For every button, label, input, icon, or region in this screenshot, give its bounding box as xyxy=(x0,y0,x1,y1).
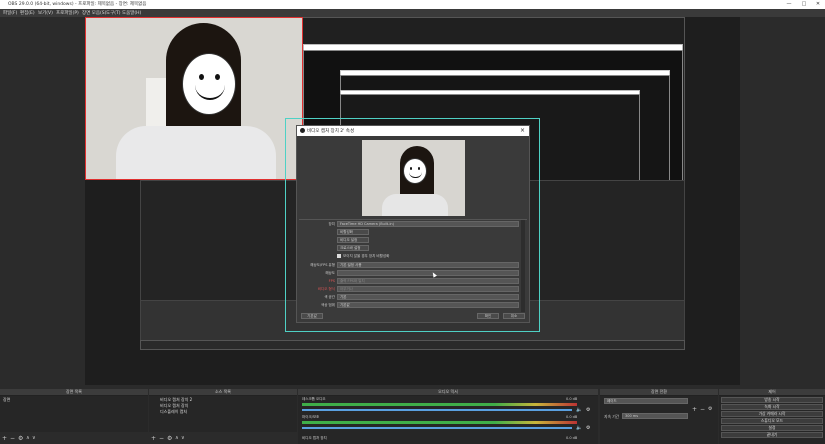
start-streaming-button[interactable]: 방송 시작 xyxy=(721,397,823,403)
settings-button[interactable]: 설정 xyxy=(721,425,823,431)
source-up-icon[interactable]: ∧ xyxy=(175,435,179,441)
transition-type-select[interactable]: 페이드 xyxy=(604,398,688,404)
menu-bar: 파일(F) 편집(E) 보기(V) 프로파일(P) 장면 모음(S) 도구(T)… xyxy=(0,9,825,17)
studio-mode-button[interactable]: 스튜디오 모드 xyxy=(721,418,823,424)
mixer-channel-name: 비디오 캡처 장치 xyxy=(302,436,327,440)
speaker-icon[interactable]: 🔈 xyxy=(576,407,582,413)
scene-config-icon[interactable]: ⚙ xyxy=(18,435,23,442)
mixer-dock-header: 오디오 믹서 xyxy=(298,389,598,396)
mixer-channel-level: 0.0 dB xyxy=(566,415,578,419)
volume-slider[interactable] xyxy=(302,427,572,429)
webcam-source[interactable] xyxy=(85,17,303,180)
menu-help[interactable]: 도움말(H) xyxy=(122,10,141,16)
mixer-gear-icon[interactable]: ⚙ xyxy=(586,425,590,431)
scene-add-icon[interactable]: + xyxy=(2,435,7,442)
scenes-dock-header: 장면 목록 xyxy=(0,389,148,396)
sources-list: 비디오 캡처 장치 2 비디오 캡처 장치 디스플레이 캡처 xyxy=(149,396,297,432)
start-recording-button[interactable]: 녹화 시작 xyxy=(721,404,823,410)
scene-up-icon[interactable]: ∧ xyxy=(26,435,30,441)
window-title: OBS 29.0.0 (64-bit, windows) - 프로파일: 제목없… xyxy=(8,2,147,7)
menu-tools[interactable]: 도구(T) xyxy=(106,10,121,16)
mixer-meter xyxy=(302,421,577,424)
transitions-dock-header: 장면 전환 xyxy=(600,389,718,396)
menu-file[interactable]: 파일(F) xyxy=(3,10,17,16)
menu-view[interactable]: 보기(V) xyxy=(38,10,53,16)
mixer-channel-name: 데스크톱 오디오 xyxy=(302,397,326,401)
start-virtual-camera-button[interactable]: 가상 카메라 시작 xyxy=(721,411,823,417)
mixer-channel-level: 0.0 dB xyxy=(566,436,578,440)
scene-item[interactable]: 장면 xyxy=(1,397,147,402)
selection-outline[interactable] xyxy=(285,118,540,332)
menu-edit[interactable]: 편집(E) xyxy=(20,10,35,16)
menu-profile[interactable]: 프로파일(P) xyxy=(56,10,79,16)
close-window-button[interactable]: ✕ xyxy=(811,1,825,8)
source-item-video-capture-2[interactable]: 비디오 캡처 장치 2 xyxy=(150,397,296,402)
mixer-meter xyxy=(302,403,577,406)
scenes-list: 장면 xyxy=(0,396,148,432)
mixer-channel-level: 0.0 dB xyxy=(566,397,578,401)
controls-panel: 방송 시작 녹화 시작 가상 카메라 시작 스튜디오 모드 설정 끝내기 xyxy=(719,396,825,444)
transition-add-icon[interactable]: + xyxy=(692,406,697,413)
transition-remove-icon[interactable]: − xyxy=(700,406,705,413)
transition-config-icon[interactable]: ⚙ xyxy=(708,406,712,412)
exit-button[interactable]: 끝내기 xyxy=(721,432,823,438)
transitions-panel: 페이드 + − ⚙ 지속 기간 300 ms xyxy=(600,396,718,444)
maximize-button[interactable]: □ xyxy=(797,1,811,8)
face-emoji-icon xyxy=(182,53,236,115)
scene-down-icon[interactable]: ∨ xyxy=(32,435,36,441)
source-config-icon[interactable]: ⚙ xyxy=(167,435,172,442)
minimize-button[interactable]: — xyxy=(782,1,796,8)
speaker-icon[interactable]: 🔈 xyxy=(576,425,582,431)
sources-dock-header: 소스 목록 xyxy=(149,389,297,396)
duration-input[interactable]: 300 ms xyxy=(622,413,688,419)
menu-scene-collection[interactable]: 장면 모음(S) xyxy=(82,10,106,16)
volume-slider[interactable] xyxy=(302,409,572,411)
scene-remove-icon[interactable]: − xyxy=(10,435,15,442)
source-down-icon[interactable]: ∨ xyxy=(181,435,185,441)
mixer-channel-name: 마이크/보조 xyxy=(302,415,320,419)
mixer-gear-icon[interactable]: ⚙ xyxy=(586,407,590,413)
audio-mixer: 데스크톱 오디오 0.0 dB 🔈 ⚙ 마이크/보조 0.0 dB 🔈 ⚙ 비디… xyxy=(298,396,598,444)
duration-label: 지속 기간 xyxy=(604,414,620,419)
source-remove-icon[interactable]: − xyxy=(159,435,164,442)
controls-dock-header: 제어 xyxy=(719,389,825,396)
window-titlebar: OBS 29.0.0 (64-bit, windows) - 프로파일: 제목없… xyxy=(0,0,825,9)
source-item-display-capture[interactable]: 디스플레이 캡처 xyxy=(150,409,296,414)
source-item-video-capture[interactable]: 비디오 캡처 장치 xyxy=(150,403,296,408)
source-add-icon[interactable]: + xyxy=(151,435,156,442)
